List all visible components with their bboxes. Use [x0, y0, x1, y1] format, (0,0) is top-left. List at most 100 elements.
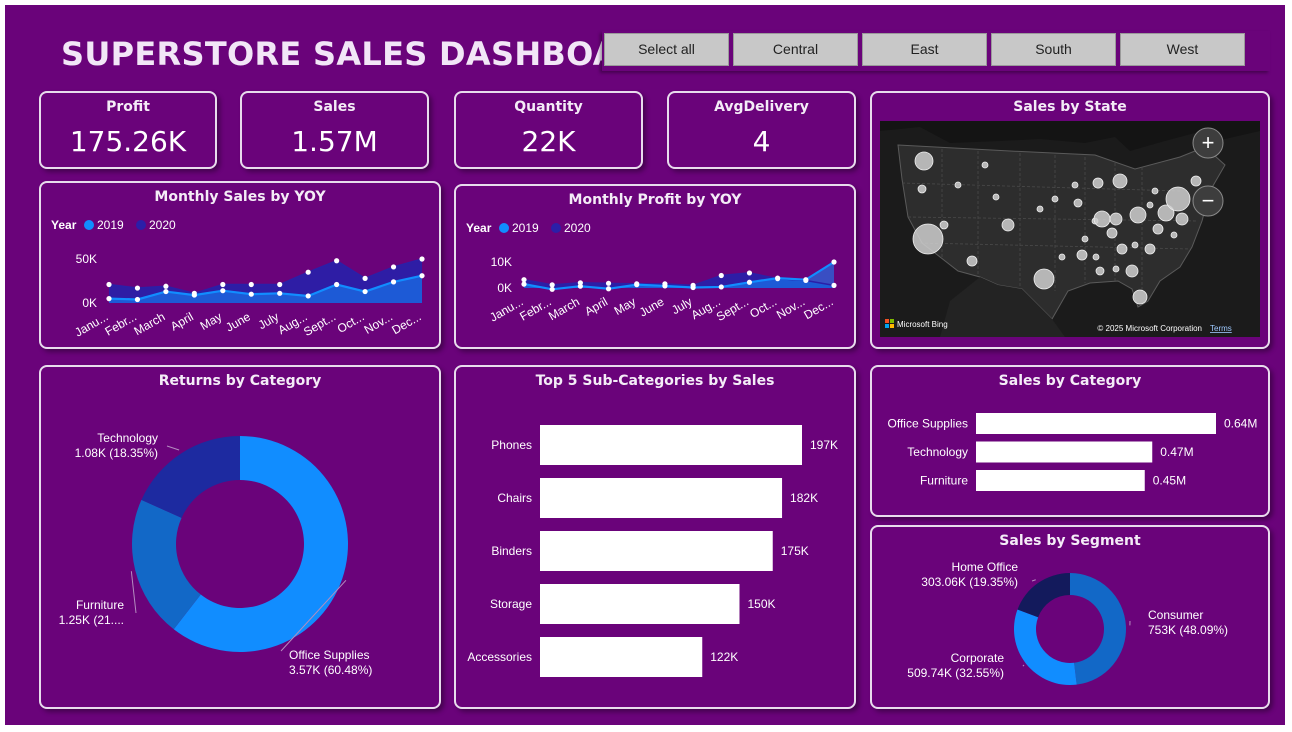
data-point-2019[interactable]: [746, 279, 753, 285]
x-tick-label: May: [612, 294, 639, 317]
data-point-2020[interactable]: [831, 282, 837, 288]
donut-slice-corporate[interactable]: [1014, 609, 1077, 685]
kpi-card-profit[interactable]: Profit 175.26K: [39, 91, 217, 169]
data-point-2020[interactable]: [163, 283, 169, 289]
data-point-2019[interactable]: [191, 292, 197, 298]
data-point-2020[interactable]: [718, 272, 724, 279]
dashboard-canvas: SUPERSTORE SALES DASHBOARD Select all Ce…: [5, 5, 1285, 725]
data-point-2020[interactable]: [305, 269, 311, 275]
bar-category-label: Binders: [491, 544, 532, 558]
data-point-2019[interactable]: [634, 282, 640, 288]
leader-line: [130, 571, 137, 614]
data-point-2020[interactable]: [277, 281, 283, 288]
data-point-2019[interactable]: [662, 283, 668, 289]
data-point-2019[interactable]: [220, 288, 226, 294]
sales-by-segment-card[interactable]: Sales by Segment Consumer 753K (48.09%) Co…: [870, 525, 1270, 709]
monthly-sales-card[interactable]: Monthly Sales by YOY Year 2019 2020 50K 0K Ja…: [39, 181, 441, 349]
donut-slice-home-office[interactable]: [1017, 573, 1070, 618]
data-point-2019[interactable]: [775, 275, 781, 281]
kpi-card-quantity[interactable]: Quantity 22K: [454, 91, 643, 169]
donut-slice-consumer[interactable]: [1070, 573, 1127, 685]
data-point-2020[interactable]: [220, 281, 226, 288]
bar-phones[interactable]: [540, 425, 802, 465]
bar-technology[interactable]: [976, 441, 1153, 463]
legend-marker-2019: [84, 220, 94, 230]
data-point-2019[interactable]: [334, 281, 340, 288]
data-point-2020[interactable]: [248, 281, 254, 288]
data-point-2019[interactable]: [831, 259, 837, 265]
sales-by-state-card[interactable]: Sales by State + − Microsoft Bing © 2025…: [870, 91, 1270, 349]
data-point-2019[interactable]: [106, 296, 112, 302]
kpi-value: 4: [752, 125, 771, 158]
data-point-2019[interactable]: [690, 284, 696, 291]
data-point-2019[interactable]: [549, 286, 555, 292]
sales-by-state-map[interactable]: + − Microsoft Bing © 2025 Microsoft Corp…: [880, 121, 1260, 337]
bar-value-label: 197K: [810, 438, 838, 452]
bar-chairs[interactable]: [540, 478, 783, 518]
data-point-2020[interactable]: [605, 280, 612, 286]
data-point-2020[interactable]: [419, 256, 425, 262]
kpi-value: 22K: [521, 125, 576, 158]
data-point-2019[interactable]: [605, 286, 612, 292]
monthly-sales-chart[interactable]: Year 2019 202050K0KJanu...Febr...March Apri…: [41, 183, 439, 347]
slicer-west-button[interactable]: West: [1120, 33, 1245, 66]
data-point-2019[interactable]: [577, 283, 583, 289]
data-point-2019[interactable]: [248, 291, 254, 297]
data-point-2019[interactable]: [305, 293, 311, 299]
data-point-2019[interactable]: [419, 273, 425, 279]
x-tick-label: May: [198, 309, 225, 332]
bar-category-label: Chairs: [497, 491, 532, 505]
bar-category-label: Phones: [491, 438, 532, 452]
slicer-central-button[interactable]: Central: [733, 33, 858, 66]
data-point-2019[interactable]: [390, 279, 397, 285]
returns-by-category-donut[interactable]: Office Supplies3.57K (60.48%)Furniture1.…: [41, 367, 439, 707]
bar-office-supplies[interactable]: [976, 413, 1216, 434]
kpi-card-avgdelivery[interactable]: AvgDelivery 4: [667, 91, 856, 169]
kpi-card-sales[interactable]: Sales 1.57M: [240, 91, 429, 169]
sales-by-segment-donut[interactable]: Consumer753K (48.09%) Corporate509.74K (3…: [872, 527, 1268, 707]
map-terms-link[interactable]: Terms: [1210, 324, 1232, 333]
data-point-2020[interactable]: [334, 258, 340, 264]
legend-title: Year: [51, 218, 77, 232]
sales-by-category-bar-chart[interactable]: Office Supplies 0.64M Technology 0.47M Furni…: [872, 367, 1268, 515]
slicer-south-button[interactable]: South: [991, 33, 1116, 66]
zoom-in-icon: +: [1202, 130, 1215, 155]
x-tick-label: Sept...: [301, 309, 338, 338]
returns-by-category-card[interactable]: Returns by Category Office Supplies 3.57K…: [39, 365, 441, 709]
bar-storage[interactable]: [540, 584, 740, 624]
x-tick-label: Nov...: [774, 294, 807, 321]
data-point-2019[interactable]: [718, 284, 724, 290]
data-point-2020[interactable]: [549, 282, 555, 288]
data-point-2019[interactable]: [134, 296, 141, 303]
x-tick-label: Oct...: [335, 309, 367, 335]
bar-binders[interactable]: [540, 531, 773, 571]
legend-marker-2019: [499, 223, 509, 233]
legend-label-2020: 2020: [149, 218, 176, 232]
bar-accessories[interactable]: [540, 637, 703, 677]
data-point-2020[interactable]: [362, 275, 368, 281]
y-tick-label: 0K: [82, 296, 97, 310]
data-point-2020[interactable]: [134, 285, 141, 291]
monthly-profit-chart[interactable]: Year 2019 202010K0KJanu...Febr...March Apri…: [456, 186, 854, 347]
monthly-profit-card[interactable]: Monthly Profit by YOY Year 2019 2020 10K 0K J…: [454, 184, 856, 349]
slice-value-label: 753K (48.09%): [1148, 623, 1228, 637]
bing-logo-icon-part: [890, 319, 894, 323]
top5-subcategories-bar-chart[interactable]: Phones 197K Chairs 182K Binders 175K Storage 15…: [456, 367, 854, 707]
x-tick-label: Oct...: [747, 294, 779, 320]
data-point-2019[interactable]: [163, 288, 169, 295]
data-point-2020[interactable]: [390, 264, 397, 270]
data-point-2020[interactable]: [106, 281, 112, 288]
slicer-east-button[interactable]: East: [862, 33, 987, 66]
bar-furniture[interactable]: [976, 470, 1145, 491]
data-point-2019[interactable]: [803, 277, 809, 283]
bar-value-label: 0.64M: [1224, 417, 1257, 431]
slicer-select-all-button[interactable]: Select all: [604, 33, 729, 66]
bar-category-label: Storage: [490, 597, 532, 611]
data-point-2019[interactable]: [521, 281, 527, 287]
data-point-2020[interactable]: [746, 270, 753, 276]
top5-subcategories-card[interactable]: Top 5 Sub-Categories by Sales Phones 197K…: [454, 365, 856, 709]
data-point-2019[interactable]: [277, 290, 283, 296]
sales-by-category-card[interactable]: Sales by Category Office Supplies 0.64M Te…: [870, 365, 1270, 517]
x-tick-label: April: [168, 309, 196, 333]
data-point-2019[interactable]: [362, 288, 368, 295]
